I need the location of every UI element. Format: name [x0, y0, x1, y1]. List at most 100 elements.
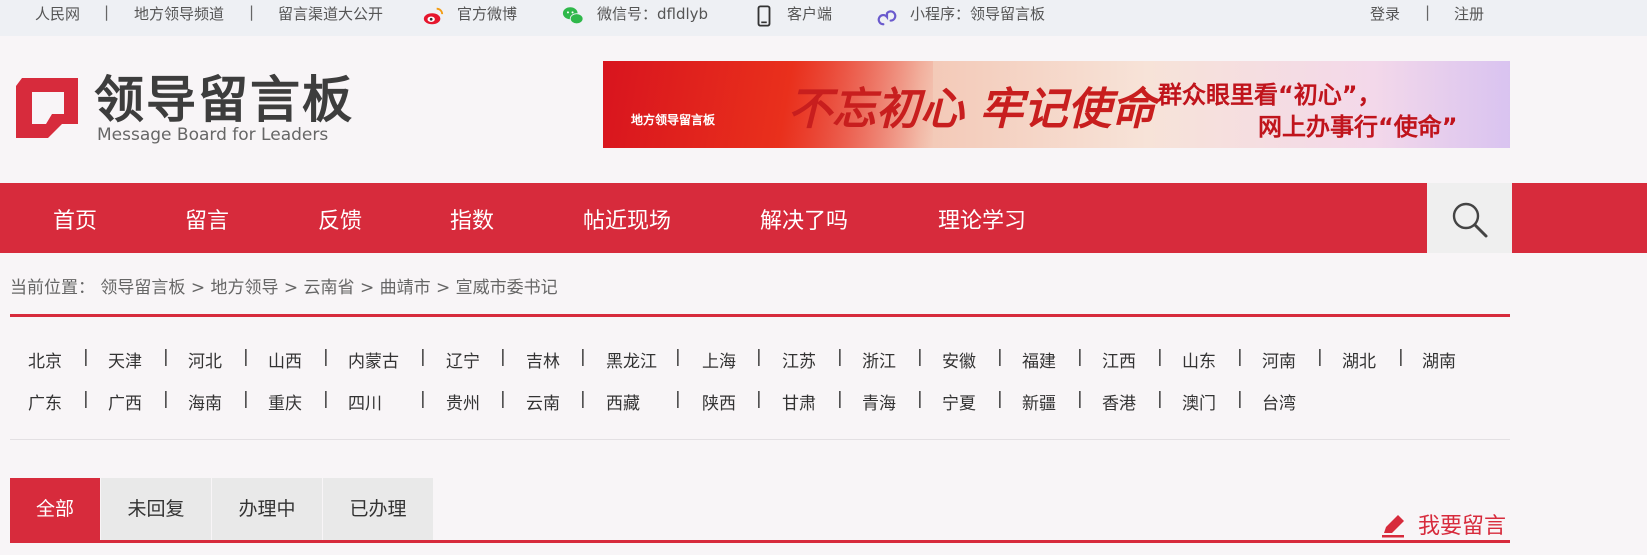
province-link[interactable]: 北京 — [28, 347, 62, 372]
province-link[interactable]: 四川 — [348, 389, 382, 414]
province-link[interactable]: 青海 — [862, 389, 896, 414]
province-separator: | — [500, 389, 506, 409]
login-link[interactable]: 登录 — [1370, 3, 1400, 24]
province-separator: | — [1237, 389, 1243, 409]
register-link[interactable]: 注册 — [1454, 3, 1484, 24]
banner-calligraphy: 不忘初心 牢记使命 — [788, 84, 1156, 135]
province-separator: | — [1077, 389, 1083, 409]
logo-icon[interactable] — [12, 74, 80, 142]
province-link[interactable]: 江苏 — [782, 347, 816, 372]
province-separator: | — [1157, 347, 1163, 367]
province-separator: | — [243, 347, 249, 367]
province-link[interactable]: 河南 — [1262, 347, 1296, 372]
province-separator: | — [756, 347, 762, 367]
write-message-label: 我要留言 — [1418, 514, 1507, 539]
main-nav: 首页 留言 反馈 指数 帖近现场 解决了吗 理论学习 — [0, 183, 1647, 253]
province-link[interactable]: 湖南 — [1422, 347, 1456, 372]
breadcrumb-item[interactable]: 领导留言板 — [100, 278, 185, 298]
province-separator: | — [243, 389, 249, 409]
nav-item-feedback[interactable]: 反馈 — [318, 203, 362, 235]
province-link[interactable]: 山东 — [1182, 347, 1216, 372]
mini-program-icon — [877, 10, 897, 26]
province-link[interactable]: 宁夏 — [942, 389, 976, 414]
province-link[interactable]: 台湾 — [1262, 389, 1296, 414]
province-link[interactable]: 上海 — [702, 347, 736, 372]
province-separator: | — [1237, 347, 1243, 367]
province-separator: | — [580, 347, 586, 367]
province-link[interactable]: 重庆 — [268, 389, 302, 414]
province-link[interactable]: 山西 — [268, 347, 302, 372]
province-link[interactable]: 广东 — [28, 389, 62, 414]
tab-processing[interactable]: 办理中 — [212, 478, 322, 540]
logo-subtitle: Message Board for Leaders — [97, 125, 329, 145]
province-separator: | — [323, 389, 329, 409]
channels-link[interactable]: 留言渠道大公开 — [278, 3, 383, 24]
breadcrumb: 当前位置： 领导留言板 > 地方领导 > 云南省 > 曲靖市 > 宣威市委书记 — [10, 273, 558, 298]
nav-item-home[interactable]: 首页 — [53, 203, 97, 235]
province-link[interactable]: 贵州 — [446, 389, 480, 414]
province-separator: | — [163, 347, 169, 367]
banner-slogan-line2: 网上办事行“使命” — [1258, 113, 1458, 141]
province-link[interactable]: 安徽 — [942, 347, 976, 372]
province-divider — [10, 439, 1510, 440]
province-link[interactable]: 天津 — [108, 347, 142, 372]
breadcrumb-item-current[interactable]: 宣威市委书记 — [456, 278, 558, 298]
renmin-link[interactable]: 人民网 — [35, 3, 80, 24]
province-link[interactable]: 江西 — [1102, 347, 1136, 372]
province-link[interactable]: 新疆 — [1022, 389, 1056, 414]
wechat-icon — [562, 7, 584, 25]
province-separator: | — [1157, 389, 1163, 409]
province-link[interactable]: 香港 — [1102, 389, 1136, 414]
province-separator: | — [580, 389, 586, 409]
nav-item-scene[interactable]: 帖近现场 — [583, 203, 671, 235]
province-separator: | — [675, 389, 681, 409]
search-button[interactable] — [1427, 183, 1512, 253]
province-link[interactable]: 西藏 — [606, 389, 640, 414]
province-link[interactable]: 甘肃 — [782, 389, 816, 414]
province-separator: | — [500, 347, 506, 367]
breadcrumb-item[interactable]: 云南省 — [304, 278, 355, 298]
breadcrumb-item[interactable]: 地方领导 — [210, 278, 278, 298]
province-link[interactable]: 黑龙江 — [606, 347, 657, 372]
province-separator: | — [1077, 347, 1083, 367]
mobile-phone-icon — [757, 5, 771, 27]
nav-item-message[interactable]: 留言 — [185, 203, 229, 235]
nav-item-index[interactable]: 指数 — [450, 203, 494, 235]
mini-program-link[interactable]: 小程序：领导留言板 — [910, 3, 1045, 24]
province-separator: | — [917, 347, 923, 367]
province-link[interactable]: 内蒙古 — [348, 347, 399, 372]
breadcrumb-prefix: 当前位置： — [10, 278, 95, 298]
top-separator: | — [104, 3, 110, 21]
tab-all[interactable]: 全部 — [10, 478, 100, 540]
province-link[interactable]: 辽宁 — [446, 347, 480, 372]
province-link[interactable]: 湖北 — [1342, 347, 1376, 372]
province-link[interactable]: 陕西 — [702, 389, 736, 414]
nav-item-resolved[interactable]: 解决了吗 — [760, 203, 848, 235]
campaign-banner[interactable]: 地方领导留言板 不忘初心 牢记使命 群众眼里看“初心”， 网上办事行“使命” — [603, 61, 1510, 148]
province-link[interactable]: 河北 — [188, 347, 222, 372]
top-separator: | — [1425, 3, 1431, 21]
province-link[interactable]: 云南 — [526, 389, 560, 414]
weibo-link[interactable]: 官方微博 — [457, 3, 517, 24]
province-link[interactable]: 浙江 — [862, 347, 896, 372]
province-separator: | — [675, 347, 681, 367]
province-link[interactable]: 广西 — [108, 389, 142, 414]
pen-icon — [1382, 515, 1404, 538]
province-link[interactable]: 吉林 — [526, 347, 560, 372]
province-link[interactable]: 澳门 — [1182, 389, 1216, 414]
breadcrumb-separator: > — [190, 278, 206, 298]
breadcrumb-divider — [10, 314, 1510, 317]
banner-small-logo: 地方领导留言板 — [631, 113, 716, 127]
province-separator: | — [323, 347, 329, 367]
tab-processed[interactable]: 已办理 — [323, 478, 433, 540]
tabs-underline — [10, 540, 1510, 543]
tab-unreplied[interactable]: 未回复 — [101, 478, 211, 540]
nav-item-theory[interactable]: 理论学习 — [938, 203, 1026, 235]
province-link[interactable]: 福建 — [1022, 347, 1056, 372]
breadcrumb-item[interactable]: 曲靖市 — [380, 278, 431, 298]
breadcrumb-separator: > — [283, 278, 299, 298]
wechat-id[interactable]: 微信号：dfldlyb — [597, 3, 708, 24]
local-channel-link[interactable]: 地方领导频道 — [134, 3, 224, 24]
client-link[interactable]: 客户端 — [787, 3, 832, 24]
province-link[interactable]: 海南 — [188, 389, 222, 414]
